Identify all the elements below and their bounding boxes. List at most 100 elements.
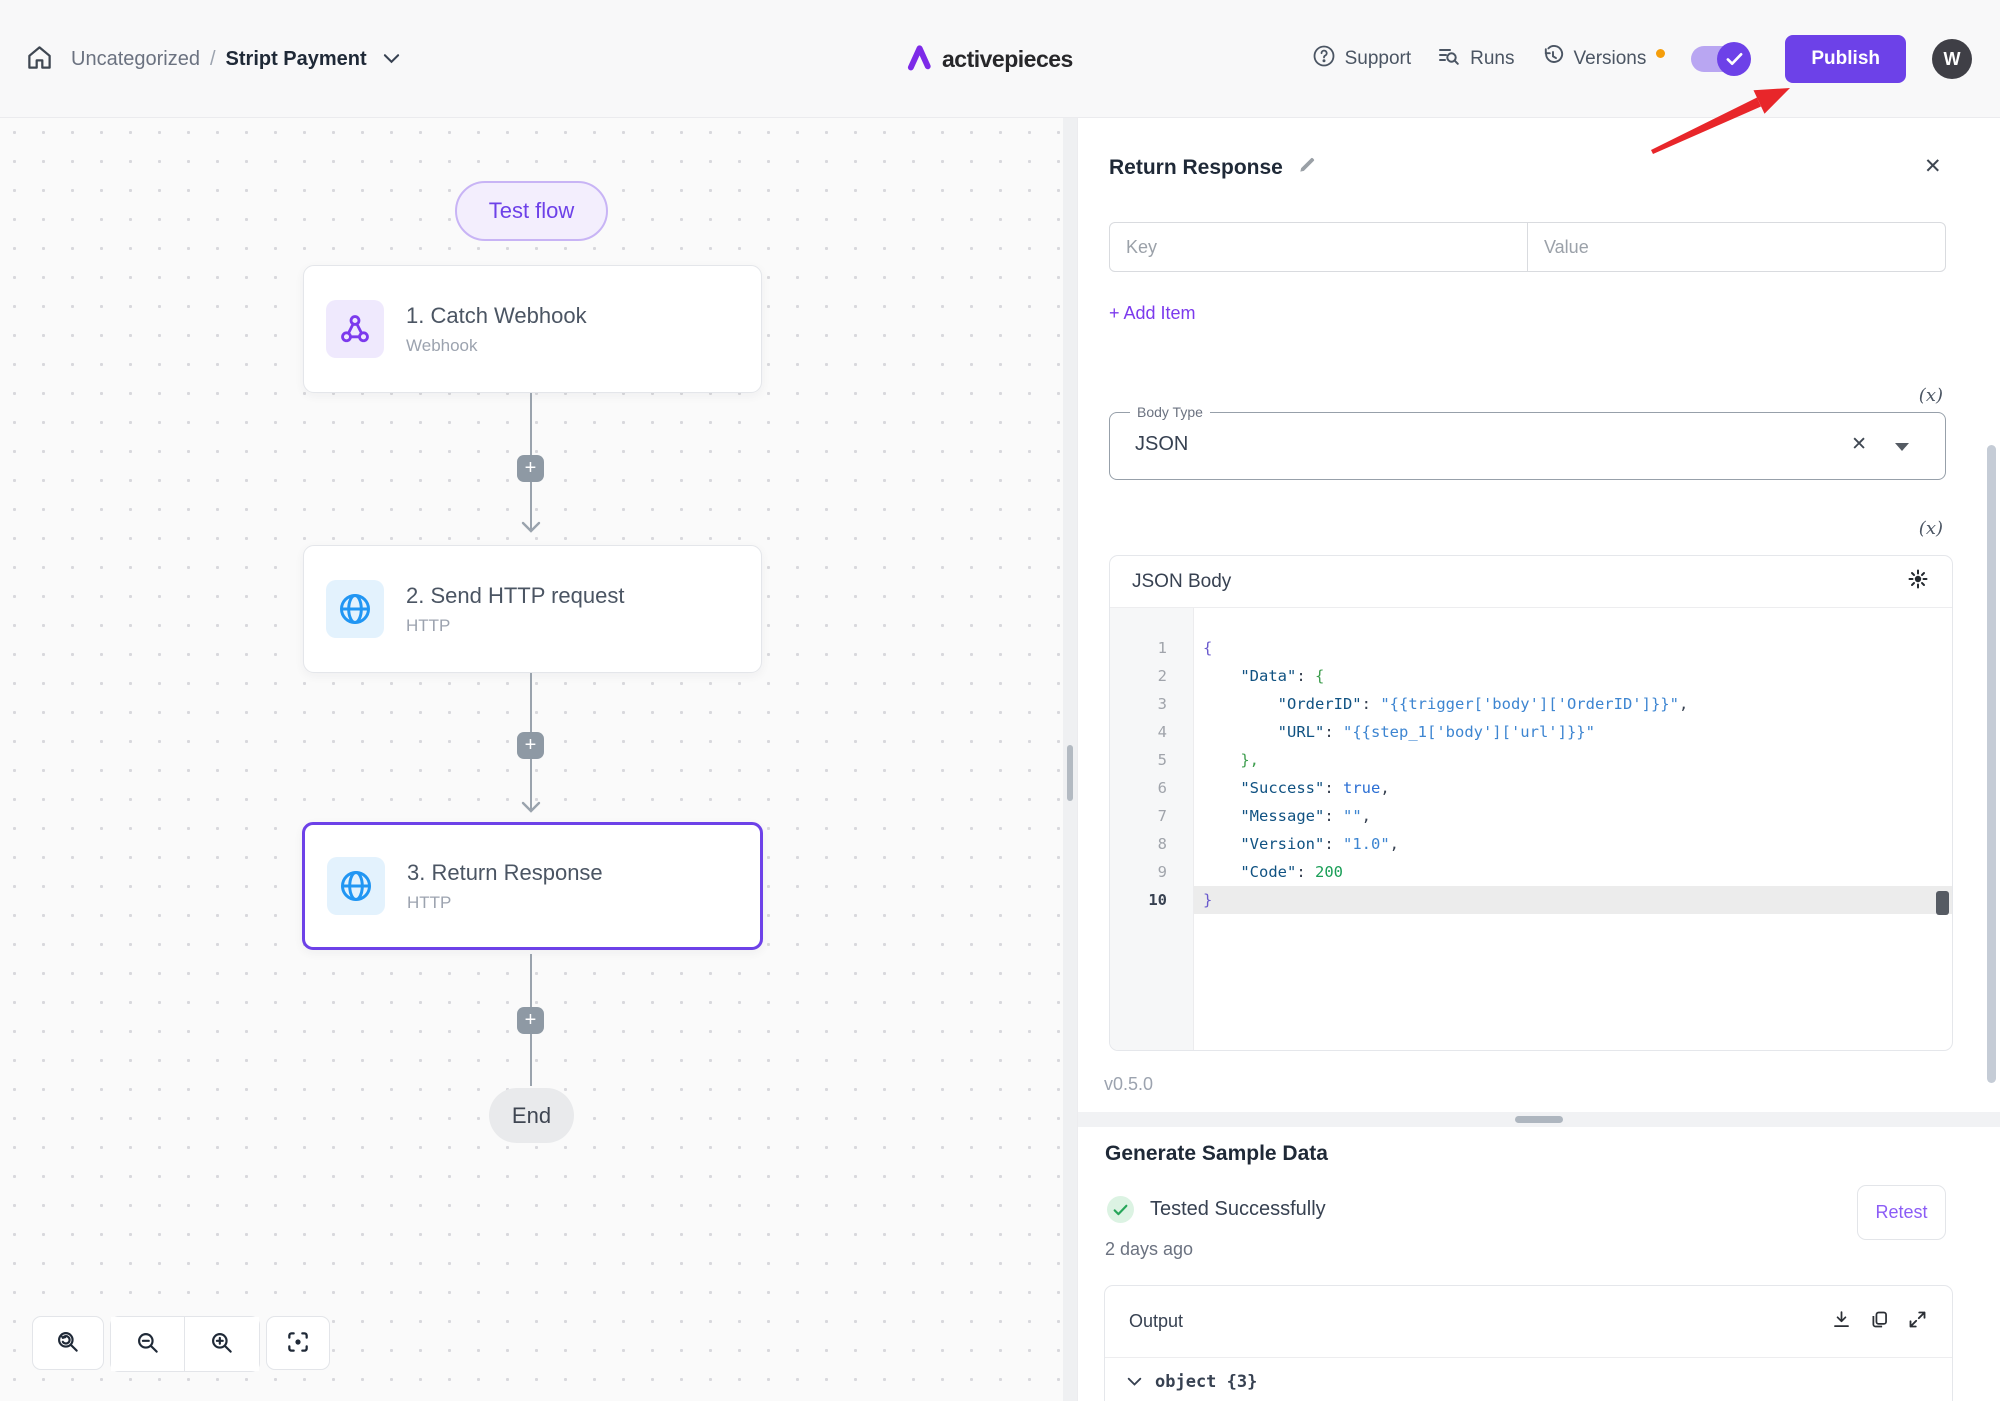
flow-name[interactable]: Stript Payment [226, 48, 367, 71]
panel-resize-divider[interactable] [1063, 118, 1077, 1401]
add-item-button[interactable]: + Add Item [1109, 303, 1196, 324]
line-number: 1 [1110, 634, 1193, 662]
download-icon[interactable] [1831, 1309, 1852, 1335]
zoom-reset-icon [55, 1329, 81, 1358]
arrowhead-icon [521, 800, 541, 818]
panel-scrollbar-thumb[interactable] [1987, 445, 1996, 1083]
line-number: 7 [1110, 802, 1193, 830]
line-number: 10 [1110, 886, 1193, 914]
history-icon [1541, 44, 1565, 74]
output-title: Output [1129, 1311, 1183, 1332]
versions-link[interactable]: Versions [1541, 44, 1647, 74]
dynamic-value-icon[interactable]: (x) [1903, 518, 1943, 539]
code-line[interactable]: "Success": true, [1194, 774, 1952, 802]
publish-button[interactable]: Publish [1785, 35, 1906, 83]
support-label: Support [1345, 48, 1412, 70]
avatar[interactable]: W [1932, 39, 1972, 79]
flow-enabled-toggle[interactable] [1691, 46, 1745, 72]
fit-to-view-button[interactable] [266, 1316, 330, 1370]
code-line[interactable]: "OrderID": "{{trigger['body']['OrderID']… [1194, 690, 1952, 718]
tree-chevron-down-icon[interactable] [1127, 1372, 1142, 1392]
expand-icon[interactable] [1907, 1309, 1928, 1335]
line-number-gutter: 12345678910 [1110, 608, 1194, 1051]
clear-selection-icon[interactable]: ✕ [1851, 433, 1867, 456]
home-button[interactable] [26, 44, 53, 74]
versions-label: Versions [1574, 48, 1647, 70]
retest-button[interactable]: Retest [1857, 1185, 1946, 1240]
webhook-icon [326, 300, 384, 358]
code-line[interactable]: "Message": "", [1194, 802, 1952, 830]
node-title: 1. Catch Webhook [406, 303, 587, 329]
globe-icon [327, 857, 385, 915]
code-line[interactable]: { [1194, 634, 1952, 662]
chevron-down-icon[interactable] [383, 48, 400, 71]
line-number: 4 [1110, 718, 1193, 746]
test-status-label: Tested Successfully [1150, 1198, 1326, 1221]
node-title: 2. Send HTTP request [406, 583, 625, 609]
sample-data-resize-divider[interactable] [1078, 1112, 2000, 1127]
panel-resize-handle[interactable] [1067, 745, 1073, 801]
json-body-editor: JSON Body 12345678910 { "Data": { "Order… [1109, 555, 1953, 1051]
editor-scrollbar-thumb[interactable] [1936, 891, 1949, 915]
zoom-reset-button[interactable] [32, 1316, 104, 1370]
code-line[interactable]: "Version": "1.0", [1194, 830, 1952, 858]
zoom-out-button[interactable] [111, 1317, 185, 1371]
dropdown-chevron-icon[interactable] [1895, 443, 1909, 451]
question-circle-icon [1312, 44, 1336, 74]
code-content[interactable]: { "Data": { "OrderID": "{{trigger['body'… [1194, 608, 1952, 1051]
add-step-button[interactable]: + [517, 732, 544, 759]
runs-link[interactable]: Runs [1437, 44, 1514, 74]
test-flow-button[interactable]: Test flow [455, 181, 608, 241]
test-status-row: Tested Successfully [1107, 1196, 1326, 1223]
ai-sparkle-icon[interactable] [1906, 567, 1930, 596]
body-type-label: Body Type [1130, 404, 1210, 420]
zoom-in-button[interactable] [185, 1317, 259, 1371]
add-step-button[interactable]: + [517, 1007, 544, 1034]
copy-icon[interactable] [1869, 1309, 1890, 1335]
code-line[interactable]: "Code": 200 [1194, 858, 1952, 886]
success-check-icon [1107, 1196, 1134, 1223]
line-number: 9 [1110, 858, 1193, 886]
code-line[interactable]: "Data": { [1194, 662, 1952, 690]
zoom-out-icon [135, 1330, 161, 1359]
runs-list-search-icon [1437, 44, 1461, 74]
dynamic-value-icon[interactable]: (x) [1903, 385, 1943, 406]
globe-icon [326, 580, 384, 638]
add-step-button[interactable]: + [517, 455, 544, 482]
node-subtitle: HTTP [407, 893, 603, 913]
breadcrumb: Uncategorized / Stript Payment [71, 48, 400, 71]
key-input[interactable] [1110, 223, 1527, 271]
line-number: 5 [1110, 746, 1193, 774]
runs-label: Runs [1470, 48, 1514, 70]
fit-to-view-icon [285, 1329, 311, 1358]
home-icon [26, 44, 53, 74]
activepieces-logo-icon [905, 43, 933, 76]
end-node: End [489, 1088, 574, 1143]
flow-builder-app: Uncategorized / Stript Payment activepie… [0, 0, 2000, 1401]
sample-data-resize-handle[interactable] [1515, 1116, 1563, 1123]
app-logo: activepieces [905, 0, 1073, 118]
code-line[interactable]: }, [1194, 746, 1952, 774]
flow-canvas[interactable]: Test flow 1. Catch Webhook Webhook + 2. … [0, 118, 1063, 1401]
last-test-time: 2 days ago [1105, 1239, 1193, 1260]
node-return-response[interactable]: 3. Return Response HTTP [302, 822, 763, 950]
node-subtitle: HTTP [406, 616, 625, 636]
code-line[interactable]: "URL": "{{step_1['body']['url']}}" [1194, 718, 1952, 746]
output-tree-root[interactable]: object {3} [1155, 1372, 1257, 1392]
breadcrumb-separator: / [210, 48, 216, 71]
node-send-http-request[interactable]: 2. Send HTTP request HTTP [303, 545, 762, 673]
toggle-knob [1717, 42, 1751, 76]
line-number: 2 [1110, 662, 1193, 690]
line-number: 8 [1110, 830, 1193, 858]
close-panel-button[interactable]: ✕ [1924, 154, 1942, 179]
support-link[interactable]: Support [1312, 44, 1412, 74]
node-catch-webhook[interactable]: 1. Catch Webhook Webhook [303, 265, 762, 393]
code-line[interactable]: } [1194, 886, 1952, 914]
body-type-select[interactable]: Body Type JSON ✕ [1109, 412, 1946, 480]
top-bar: Uncategorized / Stript Payment activepie… [0, 0, 2000, 118]
value-input[interactable] [1528, 223, 1945, 271]
code-editor[interactable]: 12345678910 { "Data": { "OrderID": "{{tr… [1110, 608, 1952, 1051]
breadcrumb-category[interactable]: Uncategorized [71, 48, 200, 71]
edit-pencil-icon[interactable] [1297, 155, 1317, 180]
step-settings-panel: Return Response ✕ + Add Item (x) Body Ty… [1077, 118, 2000, 1401]
